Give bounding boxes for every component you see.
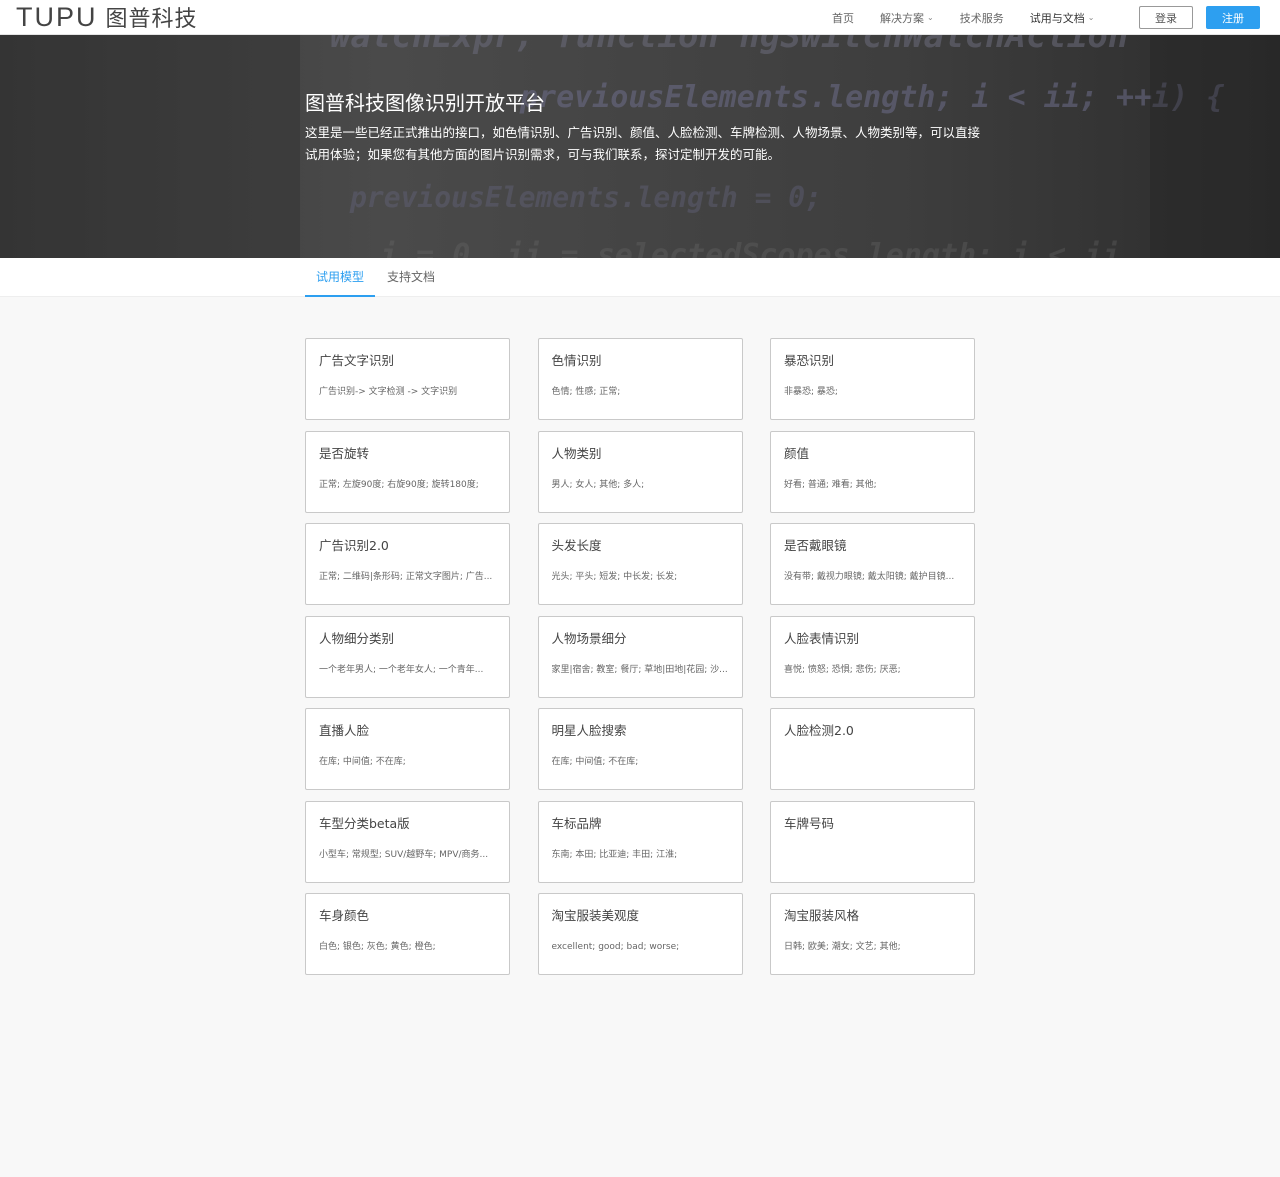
hero-title: 图普科技图像识别开放平台 <box>305 91 545 115</box>
model-card-labels: 好看; 普通; 难看; 其他; <box>784 479 877 490</box>
model-card-title: 车牌号码 <box>784 815 835 831</box>
model-card-labels: 非暴恐; 暴恐; <box>784 387 838 397</box>
model-card-labels: 日韩; 欧美; 潮女; 文艺; 其他; <box>784 942 901 952</box>
model-card-title: 人物细分类别 <box>319 630 395 646</box>
model-card[interactable]: 颜值好看; 普通; 难看; 其他; <box>770 430 975 513</box>
model-card-labels: 白色; 银色; 灰色; 黄色; 橙色; <box>319 942 436 952</box>
nav-item-label: 首页 <box>832 11 854 25</box>
model-card-title: 车身颜色 <box>319 908 370 923</box>
model-card-title: 车标品牌 <box>551 815 602 831</box>
nav-item-tech-service[interactable]: 技术服务 <box>960 10 1004 26</box>
logo-latin-text: TUPU <box>16 1 98 32</box>
model-card[interactable]: 头发长度光头; 平头; 短发; 中长发; 长发; <box>537 523 743 605</box>
model-card-labels: 东南; 本田; 比亚迪; 丰田; 江淮; <box>551 849 678 860</box>
nav-item-solutions[interactable]: 解决方案 ⌄ <box>880 10 934 26</box>
model-card-labels: 男人; 女人; 其他; 多人; <box>551 479 645 490</box>
model-card-labels: 光头; 平头; 短发; 中长发; 长发; <box>551 572 678 582</box>
svg-text:i = 0, ii = selectedScopes.len: i = 0, ii = selectedScopes.length; i < i… <box>380 238 1121 258</box>
model-card[interactable]: 淘宝服装美观度 excellent; good; bad; worse; <box>537 893 743 975</box>
model-card-title: 色情识别 <box>551 353 602 368</box>
model-card-title: 人脸表情识别 <box>784 630 860 646</box>
hero-banner: watchExpr, function ngSwitchWatchAction … <box>0 35 1280 258</box>
nav-item-trial-docs[interactable]: 试用与文档 ⌄ <box>1030 10 1095 26</box>
svg-text:previousElements.length = 0;: previousElements.length = 0; <box>349 181 822 214</box>
model-card[interactable]: 人脸检测2.0 <box>770 708 975 790</box>
model-card-labels: 没有带; 戴视力眼镜; 戴太阳镜; 戴护目镜... <box>784 572 955 582</box>
model-card[interactable]: 淘宝服装风格日韩; 欧美; 潮女; 文艺; 其他; <box>770 893 975 975</box>
model-card-labels: 一个老年男人; 一个老年女人; 一个青年... <box>319 664 484 675</box>
nav-item-label: 解决方案 <box>880 11 924 25</box>
model-card-title: 淘宝服装风格 <box>784 908 860 923</box>
model-card-title: 明星人脸搜索 <box>551 723 627 738</box>
svg-text:watchExpr, function ngSwitchWa: watchExpr, function ngSwitchWatchAction <box>330 35 1128 56</box>
model-card[interactable]: 车标品牌东南; 本田; 比亚迪; 丰田; 江淮; <box>537 800 743 883</box>
model-card-title: 车型分类beta版 <box>319 815 410 831</box>
nav-item-label: 试用与文档 <box>1029 11 1085 25</box>
top-navbar: TUPU 图普科技 首页 解决方案 ⌄ 技术服务 试用与文档 ⌄ 登录 注册 <box>0 0 1280 35</box>
model-card-labels: 小型车; 常规型; SUV/越野车; MPV/商务... <box>319 849 489 860</box>
model-card-title: 直播人脸 <box>319 723 370 738</box>
model-card[interactable]: 是否旋转正常; 左旋90度; 右旋90度; 旋转180度; <box>305 430 510 513</box>
model-card-labels: 正常; 左旋90度; 右旋90度; 旋转180度; <box>319 479 479 490</box>
model-card[interactable]: 广告识别2.0 正常; 二维码|条形码; 正常文字图片; 广告... <box>305 523 510 605</box>
model-card-title: 头发长度 <box>551 538 602 553</box>
model-card-title: 是否旋转 <box>319 445 370 461</box>
model-card-title: 广告识别2.0 <box>319 538 389 553</box>
logo-chinese-text: 图普科技 <box>105 7 198 32</box>
model-card[interactable]: 广告文字识别广告识别-> 文字检测 -> 文字识别 <box>305 338 510 420</box>
model-card[interactable]: 色情识别色情; 性感; 正常; <box>537 338 743 420</box>
model-card[interactable]: 人物场景细分家里|宿舍; 教室; 餐厅; 草地|田地|花园; 沙... <box>537 615 743 698</box>
nav-item-home[interactable]: 首页 <box>832 10 854 26</box>
model-card-labels: 家里|宿舍; 教室; 餐厅; 草地|田地|花园; 沙... <box>551 664 728 675</box>
model-card[interactable]: 人物细分类别一个老年男人; 一个老年女人; 一个青年... <box>305 615 510 698</box>
nav-item-label: 技术服务 <box>959 11 1004 25</box>
model-card-labels: 在库; 中间值; 不在库; <box>551 757 639 767</box>
chevron-down-icon: ⌄ <box>927 13 934 22</box>
main-nav: 首页 解决方案 ⌄ 技术服务 试用与文档 ⌄ <box>832 0 1120 35</box>
model-card[interactable]: 车型分类beta版小型车; 常规型; SUV/越野车; MPV/商务... <box>305 800 510 883</box>
model-card-labels: 广告识别-> 文字检测 -> 文字识别 <box>319 387 458 397</box>
logo[interactable]: TUPU 图普科技 <box>16 1 198 33</box>
chevron-down-icon: ⌄ <box>1087 13 1095 22</box>
model-card-labels: 正常; 二维码|条形码; 正常文字图片; 广告... <box>319 572 493 582</box>
model-card[interactable]: 明星人脸搜索在库; 中间值; 不在库; <box>537 708 743 790</box>
model-card-title: 人物类别 <box>551 445 602 461</box>
model-card-labels: 在库; 中间值; 不在库; <box>319 757 406 767</box>
model-card-title: 暴恐识别 <box>784 353 835 368</box>
tab-bar: 试用模型 支持文档 <box>0 258 1280 297</box>
model-card-title: 颜值 <box>784 445 810 461</box>
model-card-title: 人物场景细分 <box>551 630 627 646</box>
login-button[interactable]: 登录 <box>1139 6 1193 29</box>
model-card[interactable]: 直播人脸在库; 中间值; 不在库; <box>305 708 510 790</box>
hero-description: 这里是一些已经正式推出的接口，如色情识别、广告识别、颜值、人脸检测、车牌检测、人… <box>305 125 981 162</box>
model-card-labels: excellent; good; bad; worse; <box>551 942 680 952</box>
tab-support-docs[interactable]: 支持文档 <box>381 258 441 297</box>
model-card[interactable]: 暴恐识别非暴恐; 暴恐; <box>770 338 975 420</box>
model-card-title: 是否戴眼镜 <box>784 538 847 553</box>
model-card-grid: 广告文字识别广告识别-> 文字检测 -> 文字识别 色情识别色情; 性感; 正常… <box>305 338 975 975</box>
model-card[interactable]: 人物类别男人; 女人; 其他; 多人; <box>537 430 743 513</box>
model-card-title: 广告文字识别 <box>319 353 395 368</box>
model-card-title: 人脸检测2.0 <box>784 723 854 738</box>
svg-text:previousElements.length; i < i: previousElements.length; i < ii; ++i) { <box>519 80 1224 115</box>
tab-trial-models[interactable]: 试用模型 <box>305 258 375 297</box>
model-card-labels: 喜悦; 愤怒; 恐惧; 悲伤; 厌恶; <box>784 664 901 675</box>
model-card[interactable]: 人脸表情识别喜悦; 愤怒; 恐惧; 悲伤; 厌恶; <box>770 615 975 698</box>
model-card[interactable]: 是否戴眼镜没有带; 戴视力眼镜; 戴太阳镜; 戴护目镜... <box>770 523 975 605</box>
model-card[interactable]: 车牌号码 <box>770 800 975 883</box>
model-card-title: 淘宝服装美观度 <box>551 908 640 923</box>
model-card[interactable]: 车身颜色白色; 银色; 灰色; 黄色; 橙色; <box>305 893 510 975</box>
model-card-labels: 色情; 性感; 正常; <box>551 387 621 397</box>
register-button[interactable]: 注册 <box>1206 6 1260 29</box>
